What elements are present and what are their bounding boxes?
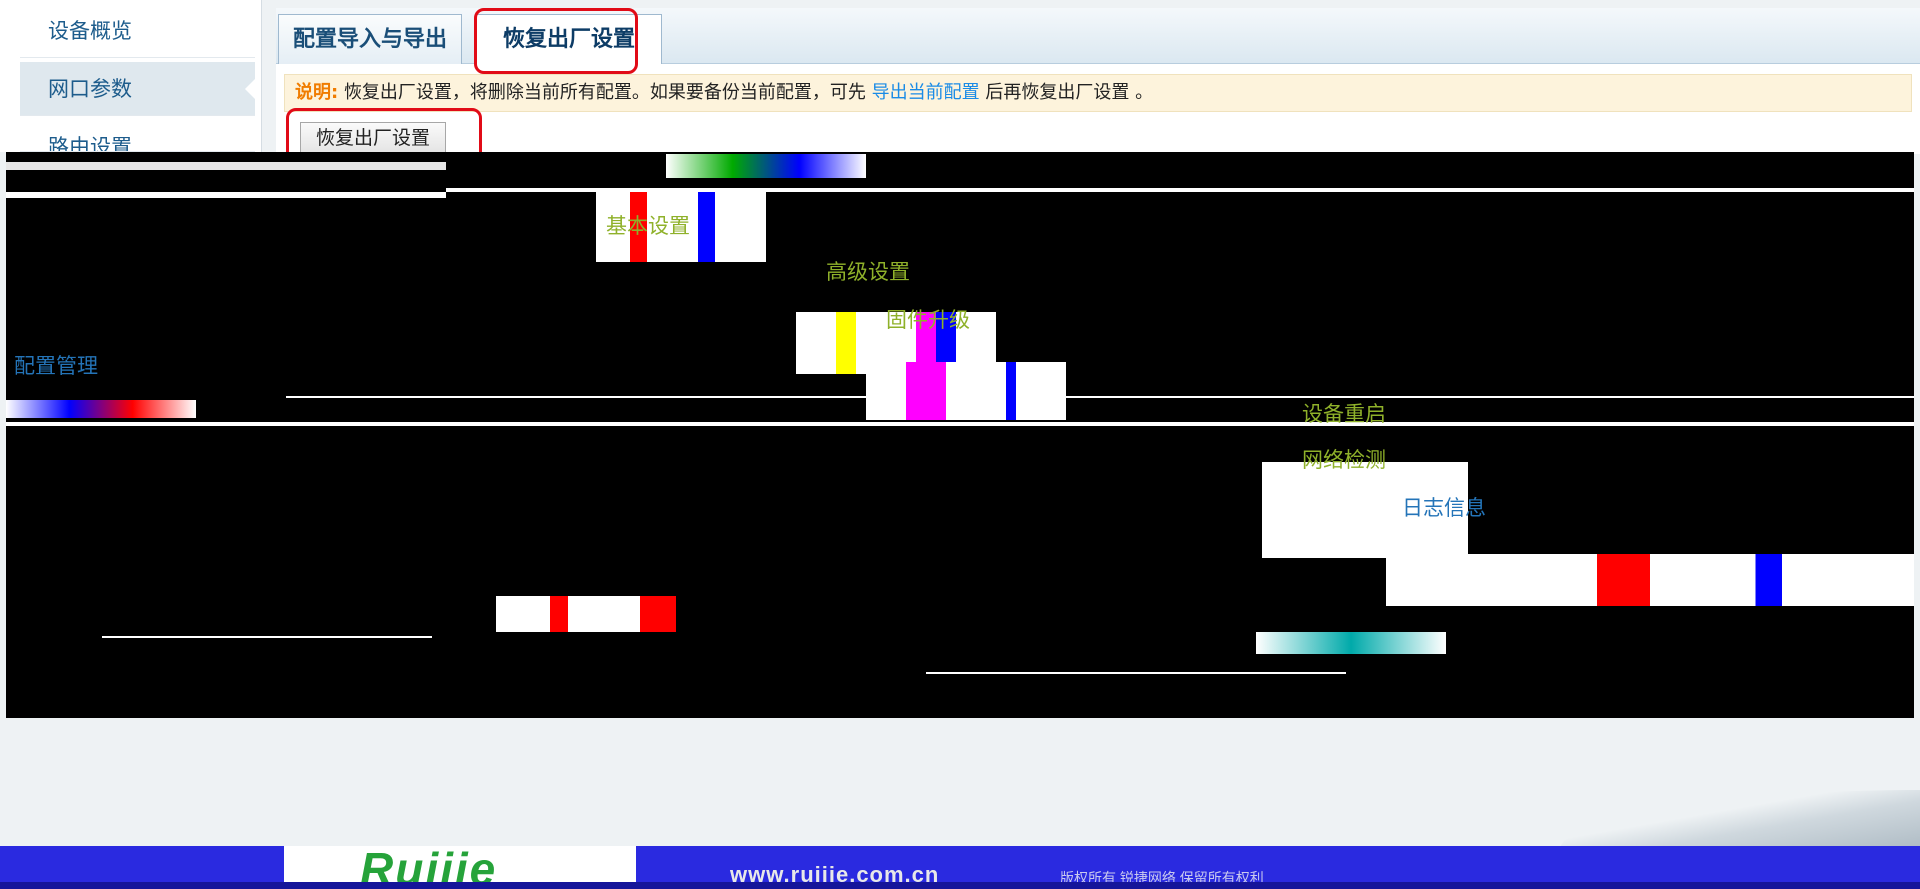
footer: Ruijie www.ruijie.com.cn 版权所有 锐捷网络 保留所有权… (0, 846, 1920, 889)
sidebar: 设备概览 网口参数 路由设置 (0, 0, 262, 152)
glitch-block (666, 154, 866, 178)
glitch-block (496, 596, 676, 632)
menu-item-basic-settings[interactable]: 基本设置 (606, 210, 690, 240)
glitch-block (1386, 554, 1914, 606)
main-content: 配置导入与导出 恢复出厂设置 说明: 恢复出厂设置，将删除当前所有配置。如果要备… (276, 8, 1920, 164)
sidebar-item-port-params[interactable]: 网口参数 (20, 62, 257, 116)
active-indicator-icon (245, 76, 257, 101)
tab-label: 配置导入与导出 (293, 27, 448, 52)
export-config-link[interactable]: 导出当前配置 (872, 82, 980, 103)
app-window: 设备概览 网口参数 路由设置 配置导入与导出 恢复出厂设置 说明: 恢复出厂设置… (0, 0, 1920, 889)
notice-label: 说明: (295, 82, 339, 103)
glitch-line (926, 672, 1346, 674)
glitch-block (1256, 632, 1446, 654)
tab-import-export[interactable]: 配置导入与导出 (278, 14, 463, 64)
glitch-line (102, 636, 432, 638)
sidebar-item-label: 路由设置 (48, 135, 132, 152)
sidebar-item-routing[interactable]: 路由设置 (20, 120, 255, 152)
sidebar-item-label: 设备概览 (48, 19, 132, 43)
notice-text: 恢复出厂设置，将删除当前所有配置。如果要备份当前配置，可先 (343, 82, 866, 103)
glitch-block (866, 362, 1066, 420)
glitch-line (6, 192, 446, 198)
menu-item-device-restart[interactable]: 设备重启 (1302, 398, 1386, 428)
menu-item-network-check[interactable]: 网络检测 (1302, 444, 1386, 474)
footer-strip (0, 882, 1920, 889)
notice-text-after: 后再恢复出厂设置 。 (985, 82, 1154, 103)
tab-highlight-box (474, 8, 638, 74)
menu-item-firmware-upgrade[interactable]: 固件升级 (886, 304, 970, 334)
glitch-line (286, 396, 1914, 398)
sidebar-item-device-overview[interactable]: 设备概览 (20, 4, 255, 58)
sidebar-item-label: 网口参数 (48, 77, 132, 101)
glitch-line (6, 422, 1914, 426)
corrupted-region: 基本设置 高级设置 固件升级 配置管理 设备重启 网络检测 日志信息 (6, 152, 1914, 718)
menu-item-advanced-settings[interactable]: 高级设置 (826, 256, 910, 286)
menu-item-log-info[interactable]: 日志信息 (1402, 492, 1486, 522)
glitch-line (6, 162, 446, 170)
glitch-block (6, 400, 196, 418)
notice-banner: 说明: 恢复出厂设置，将删除当前所有配置。如果要备份当前配置，可先 导出当前配置… (284, 74, 1912, 112)
menu-item-config-management[interactable]: 配置管理 (14, 350, 98, 380)
